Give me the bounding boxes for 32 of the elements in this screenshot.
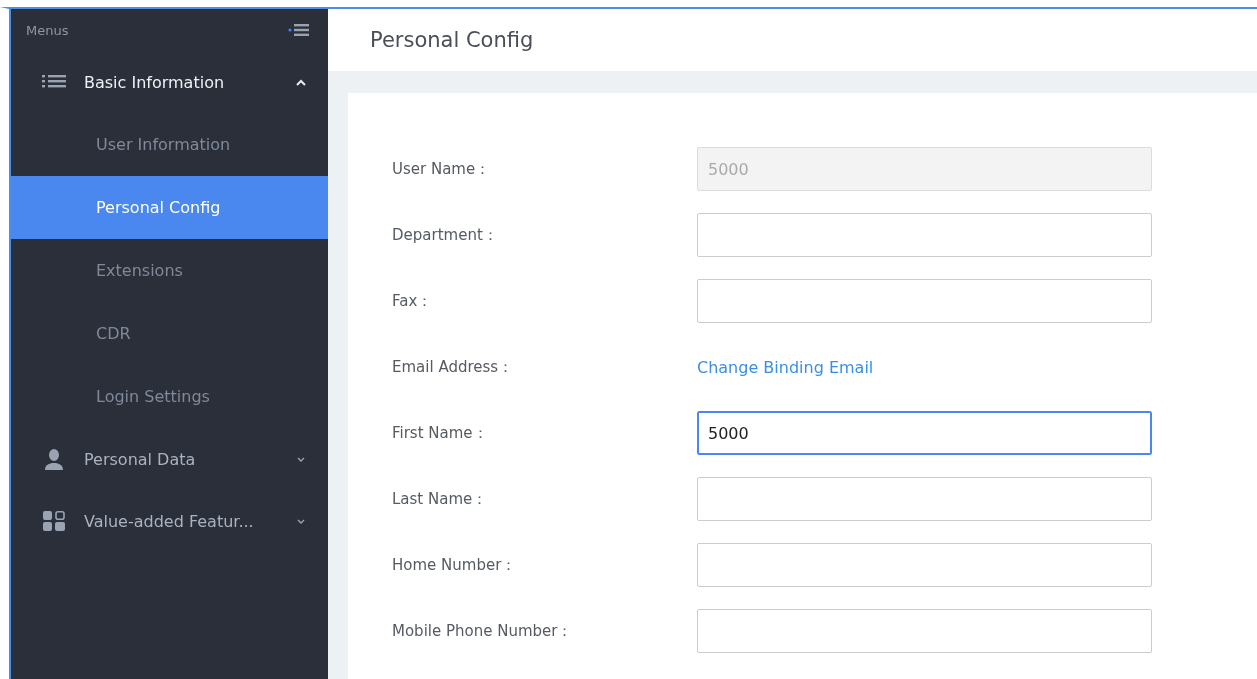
menu-item[interactable]: CDR xyxy=(11,302,328,365)
field-label: Last Name： xyxy=(392,489,489,509)
input-field[interactable] xyxy=(697,279,1152,323)
input-field[interactable] xyxy=(697,477,1152,521)
input-field[interactable] xyxy=(697,213,1152,257)
person-icon xyxy=(42,448,66,470)
field-label: Fax： xyxy=(392,291,434,311)
menu-group[interactable]: Basic Information xyxy=(11,51,328,113)
menu-item[interactable]: Login Settings xyxy=(11,365,328,428)
input-field[interactable] xyxy=(697,543,1152,587)
collapse-menu-icon[interactable] xyxy=(288,23,310,37)
sidebar-title: Menus xyxy=(26,22,69,38)
menu-item[interactable]: Personal Config xyxy=(11,176,328,239)
menu-item[interactable]: User Information xyxy=(11,113,328,176)
menu-item[interactable]: Extensions xyxy=(11,239,328,302)
input-field[interactable] xyxy=(697,609,1152,653)
field-label: User Name： xyxy=(392,159,492,179)
menu-group[interactable]: Personal Data xyxy=(11,428,328,490)
grid-icon xyxy=(42,510,66,532)
field-label: First Name： xyxy=(392,423,489,443)
caret-icon xyxy=(296,455,306,463)
menu-group[interactable]: Value-added Featur... xyxy=(11,490,328,552)
input-field[interactable]: 5000 xyxy=(697,411,1152,455)
caret-icon xyxy=(296,78,306,86)
list-icon xyxy=(42,74,66,90)
caret-icon xyxy=(296,517,306,525)
field-label: Email Address： xyxy=(392,357,515,377)
field-label: Home Number： xyxy=(392,555,518,575)
change-email-link[interactable]: Change Binding Email xyxy=(697,357,874,377)
field-label: Department： xyxy=(392,225,499,245)
field-label: Mobile Phone Number： xyxy=(392,621,574,641)
page-title: Personal Config xyxy=(370,28,534,52)
